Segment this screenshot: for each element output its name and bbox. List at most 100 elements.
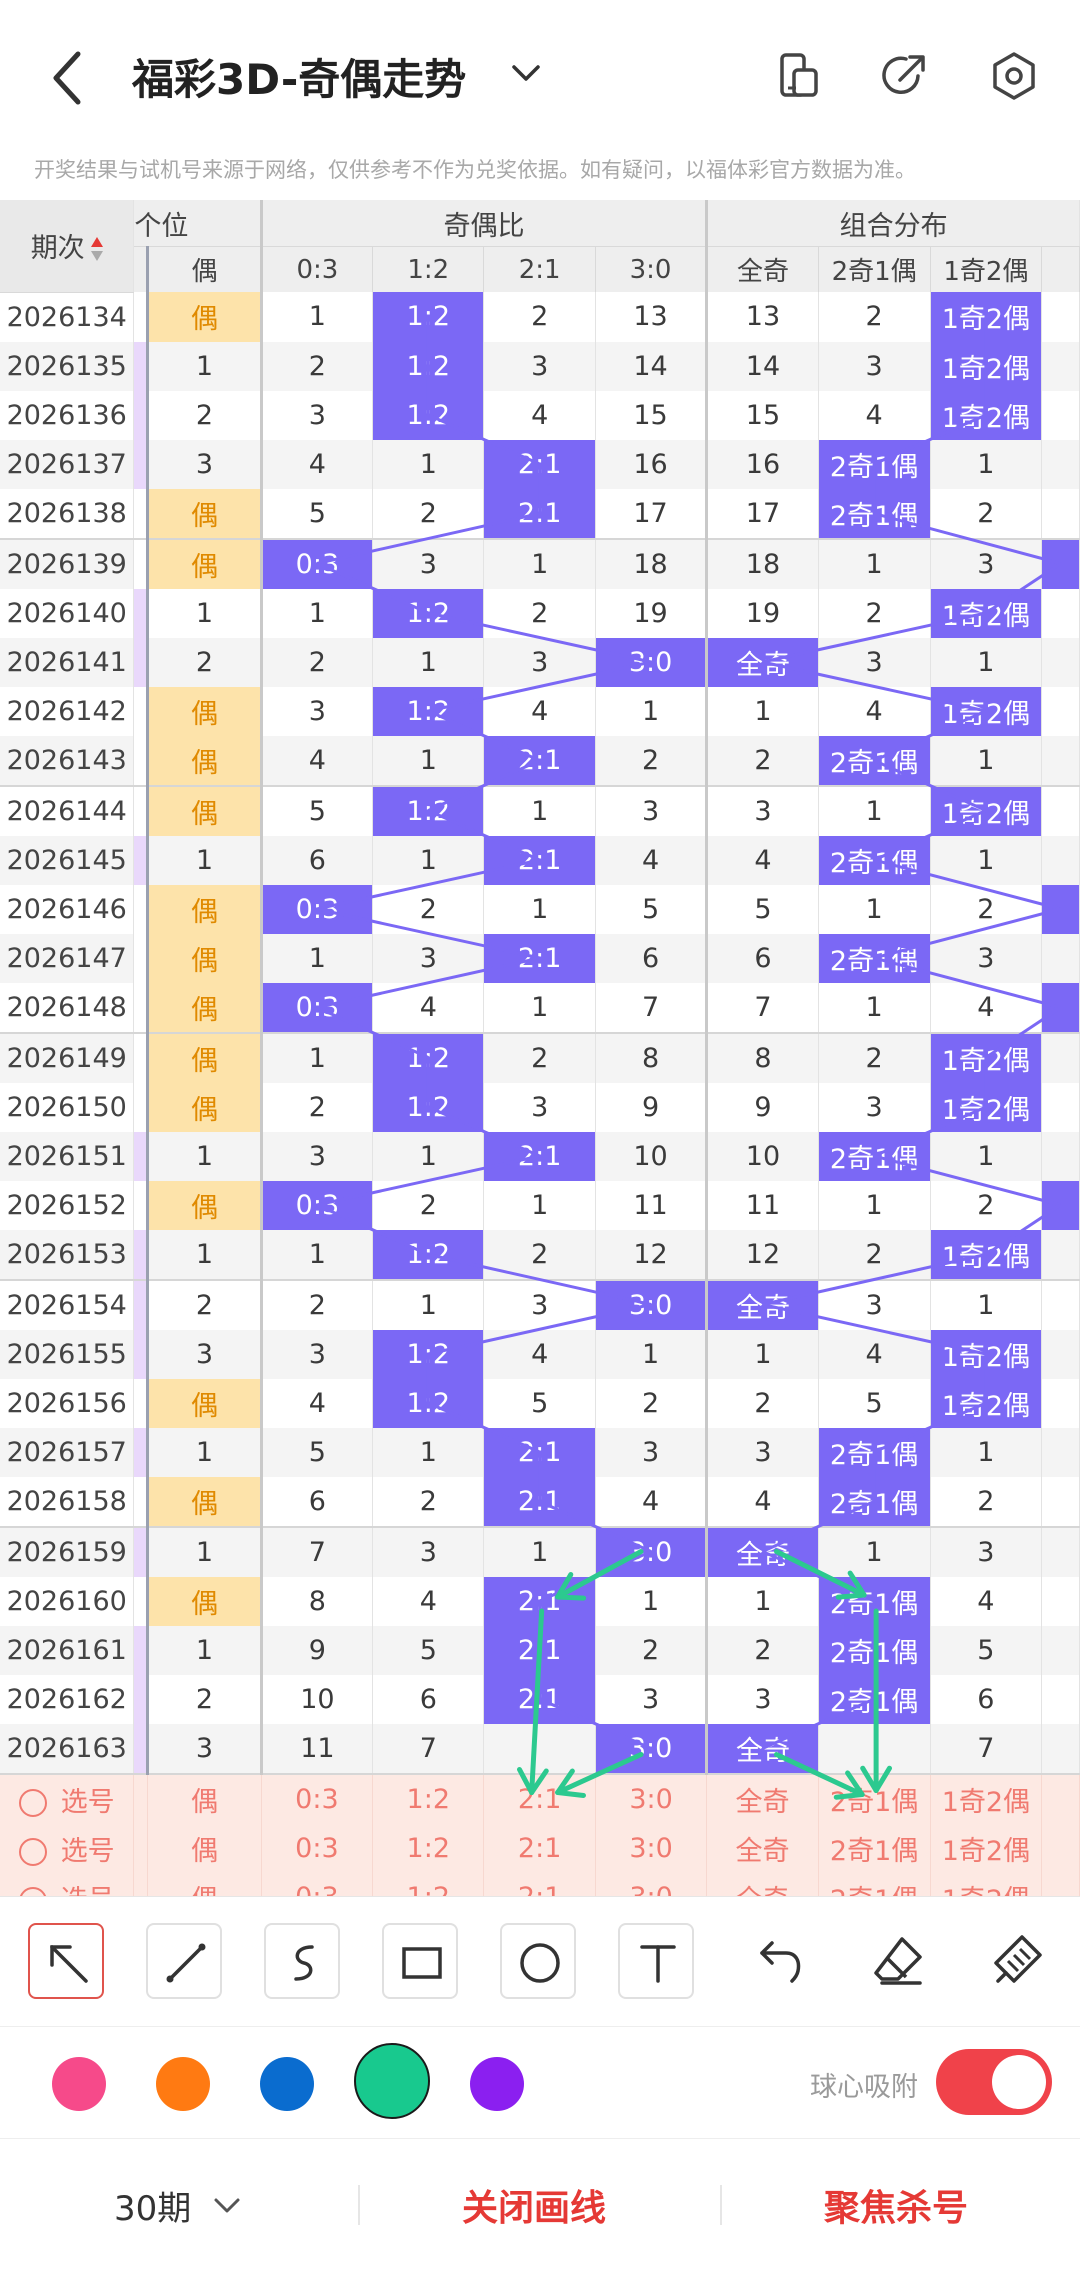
- pick-row[interactable]: 选号偶0:31:22:13:0全奇2奇1偶1奇2偶: [0, 1823, 1080, 1873]
- pick-option[interactable]: 1:2: [372, 1823, 485, 1873]
- pick-option[interactable]: 2:1: [483, 1772, 596, 1824]
- pick-option[interactable]: 偶: [147, 1772, 262, 1824]
- ones-strip: [133, 1180, 150, 1230]
- clear-all-icon[interactable]: [986, 1931, 1046, 1991]
- pick-label-cell[interactable]: 选号: [0, 1772, 135, 1824]
- focus-kill-button[interactable]: 聚焦杀号: [824, 2179, 968, 2231]
- pick-row[interactable]: 选号偶0:31:22:13:0全奇2奇1偶1奇2偶: [0, 1872, 1080, 1896]
- pick-option[interactable]: 偶: [147, 1823, 262, 1873]
- combo-cell: 4: [818, 686, 931, 736]
- pick-option[interactable]: 0:3: [261, 1872, 374, 1896]
- ratio-cell: 2:1: [483, 1674, 596, 1724]
- ones-cell: 2: [147, 1278, 263, 1330]
- period-cell: 2026160: [0, 1576, 135, 1626]
- ratio-cell: 2: [483, 1229, 596, 1280]
- radio-icon[interactable]: [18, 1838, 47, 1866]
- pick-option[interactable]: 3:0: [595, 1872, 708, 1896]
- pick-option[interactable]: 2:1: [483, 1872, 596, 1896]
- pick-option[interactable]: 全奇: [706, 1872, 819, 1896]
- pick-option[interactable]: 1奇2偶: [930, 1772, 1043, 1824]
- period-cell: 2026162: [0, 1674, 135, 1724]
- color-swatch-pink[interactable]: [52, 2057, 106, 2111]
- chevron-down-icon[interactable]: [212, 2195, 242, 2217]
- pick-row[interactable]: 选号偶0:31:22:13:0全奇2奇1偶1奇2偶: [0, 1772, 1080, 1824]
- combo-cell: 1: [706, 1329, 819, 1379]
- overflow-cell: [1041, 341, 1080, 391]
- combo-cell: 1: [818, 982, 931, 1033]
- period-cell: 2026142: [0, 686, 135, 736]
- sort-icon[interactable]: [90, 236, 103, 263]
- undo-icon[interactable]: [748, 1931, 808, 1991]
- close-lines-button[interactable]: 关闭画线: [462, 2179, 606, 2231]
- period-cell: 2026135: [0, 341, 135, 391]
- pick-option[interactable]: 1:2: [372, 1872, 485, 1896]
- color-swatch-purple[interactable]: [470, 2057, 524, 2111]
- color-swatch-orange[interactable]: [156, 2057, 210, 2111]
- pick-option[interactable]: 全奇: [706, 1823, 819, 1873]
- ratio-cell: 2: [483, 588, 596, 638]
- table-row: 2026134 偶 1 1:2 2 13 13 2 1奇2偶: [0, 292, 1080, 342]
- combo-cell: 1: [930, 735, 1043, 786]
- pick-option[interactable]: 1:2: [372, 1772, 485, 1824]
- pick-option[interactable]: 1奇2偶: [930, 1872, 1043, 1896]
- arrow-tool-icon[interactable]: [28, 1923, 104, 1999]
- color-swatch-blue[interactable]: [260, 2057, 314, 2111]
- color-swatch-green-selected[interactable]: [354, 2043, 430, 2119]
- overflow-cell: [1041, 1278, 1080, 1330]
- device-toggle-icon[interactable]: [772, 50, 824, 102]
- pick-option[interactable]: 偶: [147, 1872, 262, 1896]
- pick-option[interactable]: 全奇: [706, 1772, 819, 1824]
- ratio-cell: 1: [595, 686, 709, 736]
- pick-option[interactable]: 1奇2偶: [930, 1823, 1043, 1873]
- period-header[interactable]: 期次: [0, 200, 135, 293]
- combo-cell: 1: [930, 835, 1043, 885]
- text-tool-icon[interactable]: [618, 1923, 694, 1999]
- combo-cell: 7: [930, 1723, 1043, 1774]
- ratio-cell: 3:0: [595, 1723, 709, 1774]
- pick-option[interactable]: 0:3: [261, 1823, 374, 1873]
- pick-option[interactable]: 2奇1偶: [818, 1872, 931, 1896]
- combo-overflow-header: [1041, 246, 1080, 292]
- pick-label-cell[interactable]: 选号: [0, 1823, 135, 1873]
- chevron-down-icon[interactable]: [508, 58, 544, 88]
- ratio-cell: 2:1: [483, 835, 596, 885]
- ratio-cell: 3: [595, 1674, 709, 1724]
- radio-icon[interactable]: [18, 1789, 47, 1817]
- eraser-icon[interactable]: [868, 1931, 928, 1991]
- back-arrow-icon[interactable]: [48, 48, 88, 108]
- curve-tool-icon[interactable]: [264, 1923, 340, 1999]
- table-row: 2026135 1 2 1:2 3 14 14 3 1奇2偶: [0, 341, 1080, 391]
- pick-option[interactable]: 2:1: [483, 1823, 596, 1873]
- ones-strip: [133, 1476, 150, 1527]
- snap-toggle[interactable]: [936, 2049, 1052, 2115]
- period-cell: 2026163: [0, 1723, 135, 1774]
- ratio-cell: 4: [261, 439, 374, 489]
- pick-option[interactable]: 3:0: [595, 1772, 708, 1824]
- table-row: 2026163 3 11 7 3:0 全奇 7: [0, 1723, 1080, 1774]
- ratio-cell: 2: [261, 1082, 374, 1132]
- combo-cell: 1: [706, 1576, 819, 1626]
- overflow-cell: [1041, 1872, 1080, 1896]
- ratio-cell: 2: [372, 1476, 485, 1527]
- pick-label-cell[interactable]: 选号: [0, 1872, 135, 1896]
- radio-icon[interactable]: [18, 1887, 47, 1896]
- line-tool-icon[interactable]: [146, 1923, 222, 1999]
- pick-option[interactable]: 3:0: [595, 1823, 708, 1873]
- combo-cell: 1奇2偶: [930, 390, 1043, 440]
- ratio-cell: 2:1: [483, 1131, 596, 1181]
- table-row: 2026144 偶 5 1:2 1 3 3 1 1奇2偶: [0, 784, 1080, 836]
- settings-icon[interactable]: [988, 50, 1040, 102]
- overflow-cell: [1041, 1476, 1080, 1527]
- pick-option[interactable]: 2奇1偶: [818, 1772, 931, 1824]
- pick-option[interactable]: 2奇1偶: [818, 1823, 931, 1873]
- period-count-select[interactable]: 30期: [114, 2181, 191, 2230]
- rectangle-tool-icon[interactable]: [382, 1923, 458, 1999]
- ratio-cell: 2: [372, 488, 485, 539]
- period-cell: 2026158: [0, 1476, 135, 1527]
- share-icon[interactable]: [878, 50, 930, 102]
- page-title[interactable]: 福彩3D-奇偶走势: [132, 46, 466, 107]
- circle-tool-icon[interactable]: [500, 1923, 576, 1999]
- pick-option[interactable]: 0:3: [261, 1772, 374, 1824]
- ratio-cell: 10: [595, 1131, 709, 1181]
- trend-table-area[interactable]: 期次 个位 奇偶比 组合分布 偶 0:3 1:2 2:1 3:0 全奇 2奇1偶…: [0, 200, 1080, 1896]
